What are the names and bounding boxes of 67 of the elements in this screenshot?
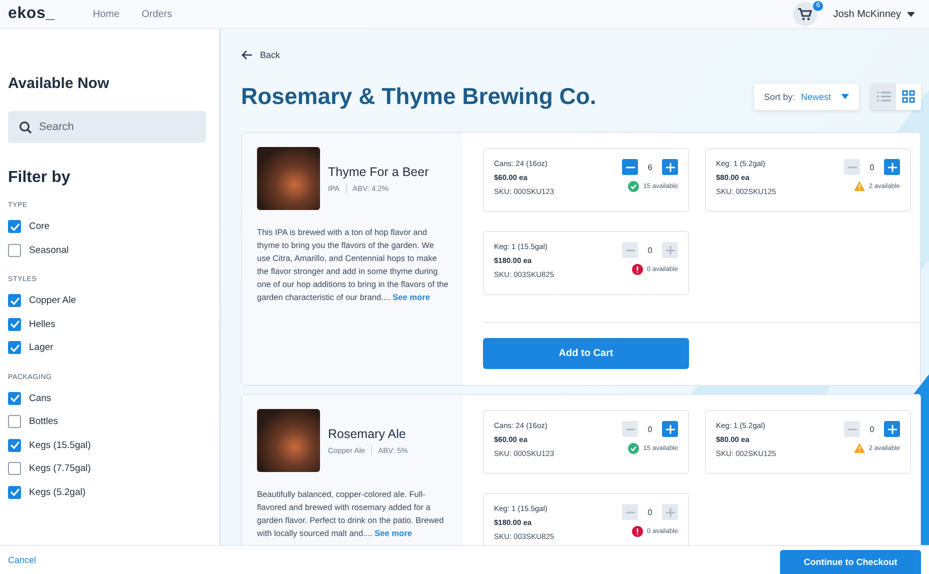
see-more-link[interactable]: See more bbox=[374, 528, 412, 538]
nav-link[interactable]: Orders bbox=[142, 8, 172, 20]
plus-icon bbox=[888, 424, 896, 434]
checkout-button[interactable]: Continue to Checkout bbox=[780, 550, 921, 574]
brewery-title: Rosemary & Thyme Brewing Co. bbox=[241, 83, 596, 110]
sort-dropdown[interactable]: Sort by: Newest bbox=[754, 84, 859, 110]
checkbox-label[interactable]: Kegs (7.75gal) bbox=[29, 463, 91, 474]
back-arrow-icon bbox=[241, 50, 253, 60]
plus-icon bbox=[666, 246, 674, 254]
checkbox-label[interactable]: Seasonal bbox=[29, 244, 69, 256]
checkbox[interactable] bbox=[8, 462, 21, 476]
plus-icon bbox=[666, 424, 674, 434]
increase-button[interactable] bbox=[884, 159, 900, 175]
checkbox-label[interactable]: Copper Ale bbox=[29, 295, 76, 306]
sidebar-title: Available Now bbox=[8, 75, 110, 92]
grid-view-button[interactable] bbox=[896, 84, 921, 110]
checkbox-label[interactable]: Kegs (5.2gal) bbox=[29, 486, 86, 498]
checkbox-label[interactable]: Lager bbox=[29, 342, 54, 354]
product-description: This IPA is brewed with a ton of hop flavor and thyme to bring you the flavors of the garden. We use Citra, Amarillo, and Centennial hops to make the flavor stronger and add in some thyme during one of our hop additions to bring in the flavors of the garden characteristic of our brand.... See more bbox=[257, 226, 449, 304]
product-description: Beautifully balanced, copper-colored ale. Full-flavored and brewed with rosemary added for a garden flavor. Perfect to drink on the patio. Brewed with locally sourced malt and.... See more bbox=[257, 488, 445, 540]
caret-icon bbox=[907, 12, 915, 16]
checkbox[interactable] bbox=[8, 294, 21, 308]
see-more-link[interactable]: See more bbox=[392, 292, 430, 302]
error-icon bbox=[632, 526, 643, 537]
plus-icon bbox=[888, 162, 896, 172]
checkbox-label[interactable]: Kegs (15.5gal) bbox=[29, 440, 91, 451]
checkbox[interactable] bbox=[8, 415, 21, 428]
checkbox-label[interactable]: Bottles bbox=[29, 416, 58, 428]
photo-placeholder bbox=[257, 409, 320, 472]
checkbox[interactable] bbox=[8, 318, 21, 331]
checkbox[interactable] bbox=[8, 220, 21, 234]
product-name: Rosemary Ale bbox=[328, 426, 407, 440]
check-circle-icon bbox=[628, 443, 640, 454]
nav-link[interactable]: Home bbox=[92, 8, 120, 20]
photo-placeholder bbox=[257, 147, 320, 210]
checkbox[interactable] bbox=[8, 244, 21, 257]
user-menu[interactable]: Josh McKinney bbox=[833, 8, 921, 20]
plus-icon bbox=[666, 162, 674, 172]
back-link[interactable]: Back bbox=[241, 50, 280, 60]
checkbox[interactable] bbox=[8, 341, 21, 354]
checkbox-label[interactable]: Core bbox=[29, 221, 50, 232]
caret-icon bbox=[841, 94, 849, 99]
checkbox-label[interactable]: Helles bbox=[29, 318, 56, 330]
increase-button[interactable] bbox=[884, 421, 900, 437]
cart-icon bbox=[798, 8, 812, 20]
grid-icon bbox=[902, 90, 915, 103]
checkbox[interactable] bbox=[8, 438, 21, 452]
search-icon bbox=[19, 121, 32, 134]
logo: ekos_ bbox=[8, 5, 55, 23]
checkbox[interactable] bbox=[8, 392, 21, 405]
warning-icon bbox=[854, 443, 865, 453]
warning-icon bbox=[854, 181, 865, 191]
increase-button[interactable] bbox=[662, 159, 678, 175]
check-circle-icon bbox=[628, 181, 640, 192]
filter-heading: Filter by bbox=[8, 169, 72, 187]
decrease-button[interactable] bbox=[622, 159, 638, 175]
cancel-link[interactable]: Cancel bbox=[8, 555, 36, 565]
checkbox[interactable] bbox=[8, 486, 21, 499]
product-name: Thyme For a Beer bbox=[328, 164, 429, 178]
list-icon bbox=[876, 91, 890, 102]
add-to-cart-button[interactable]: Add to Cart bbox=[483, 338, 689, 369]
plus-icon bbox=[666, 508, 674, 516]
error-icon bbox=[632, 264, 643, 275]
search-field[interactable]: Search bbox=[8, 111, 206, 143]
cart-button[interactable] bbox=[793, 2, 818, 26]
checkbox-label[interactable]: Cans bbox=[29, 392, 52, 404]
increase-button[interactable] bbox=[662, 421, 678, 437]
